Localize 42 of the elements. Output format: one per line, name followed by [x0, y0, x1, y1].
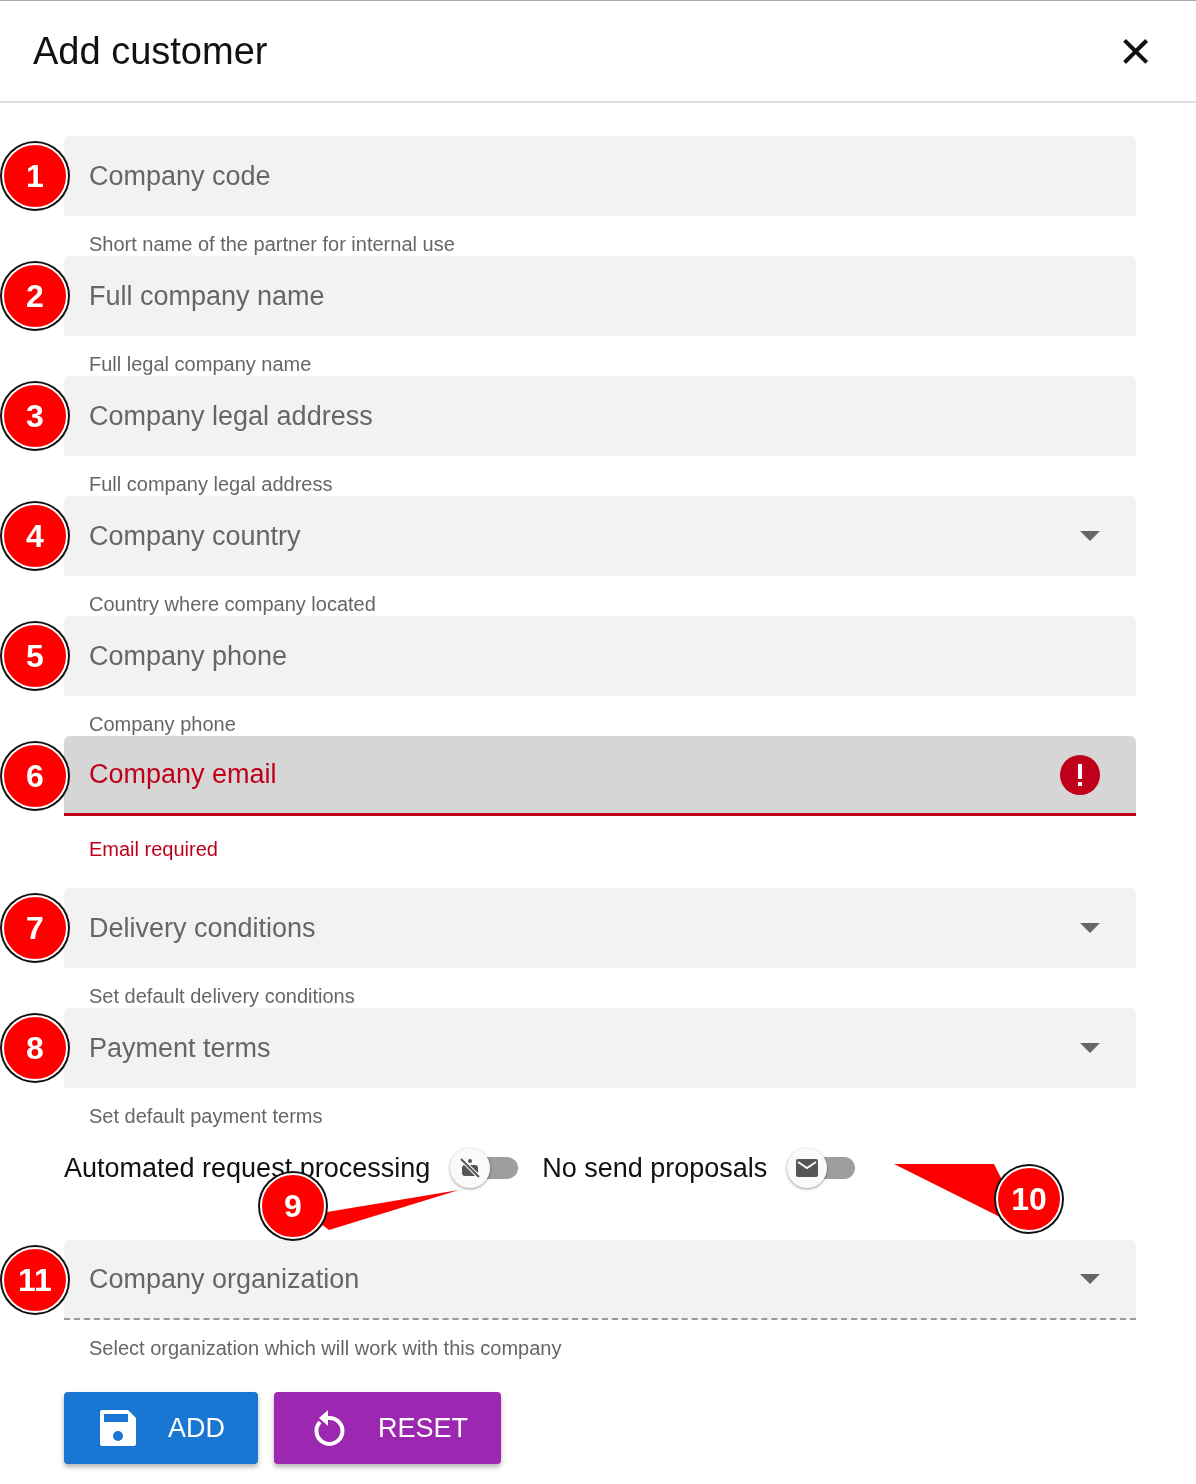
select-field[interactable]: Payment terms	[64, 1008, 1136, 1088]
helper-text: Full legal company name	[89, 353, 312, 376]
toggle-switch[interactable]	[787, 1148, 856, 1188]
close-button[interactable]: ×	[1115, 23, 1156, 79]
input-field[interactable]: Company legal address	[64, 376, 1136, 456]
robot-off-icon	[458, 1156, 483, 1180]
callout-badge: 8	[2, 1015, 68, 1081]
callout-badge: 3	[2, 383, 68, 449]
callout-badge: 4	[2, 503, 68, 569]
callout-badge: 11	[2, 1247, 68, 1313]
error-message: Email required	[89, 837, 218, 861]
helper-text: Country where company located	[89, 593, 376, 616]
helper-text: Set default delivery conditions	[89, 985, 355, 1008]
toggle-label: No send proposals	[542, 1152, 768, 1184]
callout-badge: 10	[996, 1166, 1062, 1232]
helper-text: Company phone	[89, 713, 236, 736]
helper-text: Select organization which will work with this company	[89, 1337, 562, 1360]
input-field[interactable]: Company email	[64, 736, 1136, 816]
callout-badge: 2	[2, 263, 68, 329]
callout-badge: 6	[2, 743, 68, 809]
select-field[interactable]: Delivery conditions	[64, 888, 1136, 968]
dropdown-caret-icon	[1080, 531, 1100, 541]
callout-badge: 1	[2, 143, 68, 209]
mail-icon	[796, 1159, 819, 1177]
input-field[interactable]: Company code	[64, 136, 1136, 216]
dropdown-caret-icon	[1080, 1043, 1100, 1053]
add-button[interactable]: ADD	[64, 1392, 258, 1464]
reset-button[interactable]: RESET	[274, 1392, 502, 1464]
error-icon	[1060, 754, 1100, 795]
dropdown-caret-icon	[1080, 1274, 1100, 1284]
callout-badge: 7	[2, 895, 68, 961]
callout-badge: 5	[2, 623, 68, 689]
select-field[interactable]: Company country	[64, 496, 1136, 576]
helper-text: Set default payment terms	[89, 1105, 323, 1128]
dropdown-caret-icon	[1080, 923, 1100, 933]
helper-text: Short name of the partner for internal use	[89, 233, 455, 256]
input-field[interactable]: Company phone	[64, 616, 1136, 696]
save-icon	[100, 1410, 136, 1446]
input-field[interactable]: Full company name	[64, 256, 1136, 336]
dialog-title: Add customer	[33, 29, 268, 73]
helper-text: Full company legal address	[89, 473, 333, 496]
toggle-switch[interactable]	[450, 1148, 519, 1188]
